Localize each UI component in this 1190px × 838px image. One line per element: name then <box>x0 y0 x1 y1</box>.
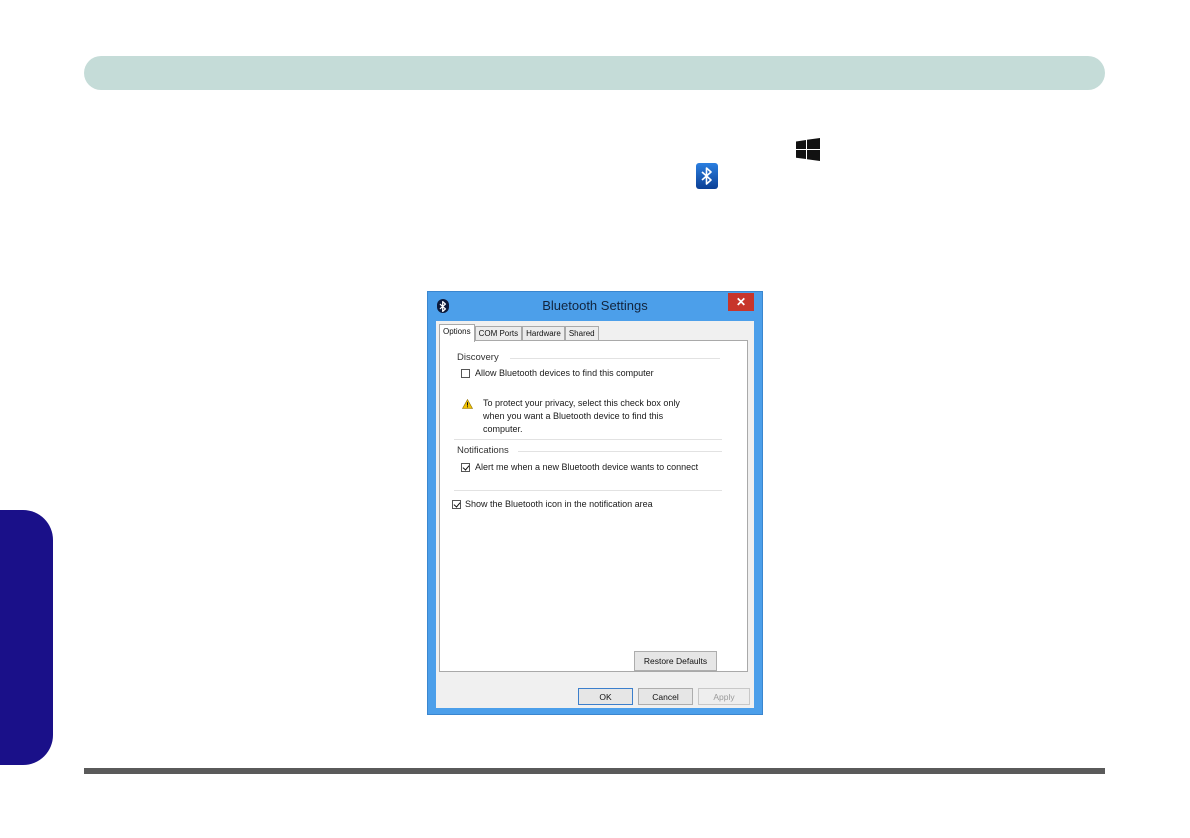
apply-button[interactable]: Apply <box>698 688 750 705</box>
dialog-title: Bluetooth Settings <box>542 298 648 313</box>
tab-shared[interactable]: Shared <box>564 326 599 341</box>
section-separator <box>454 439 722 440</box>
dialog-titlebar[interactable]: Bluetooth Settings ✕ <box>428 292 762 320</box>
discovery-heading: Discovery <box>457 352 499 363</box>
windows-logo-icon <box>796 138 820 161</box>
discovery-separator <box>510 358 720 359</box>
allow-discovery-checkbox[interactable] <box>461 369 470 378</box>
privacy-warning-line-1: To protect your privacy, select this che… <box>483 398 680 408</box>
options-panel: Discovery Allow Bluetooth devices to fin… <box>439 340 748 672</box>
ok-button[interactable]: OK <box>578 688 633 705</box>
allow-discovery-label[interactable]: Allow Bluetooth devices to find this com… <box>475 368 654 378</box>
bluetooth-settings-dialog: Bluetooth Settings ✕ Options COM Ports H… <box>427 291 763 715</box>
warning-icon <box>462 399 473 409</box>
privacy-warning-line-3: computer. <box>483 424 523 434</box>
page-header-bar <box>84 56 1105 90</box>
alert-new-device-label[interactable]: Alert me when a new Bluetooth device wan… <box>475 462 698 472</box>
tab-strip: Options COM Ports Hardware Shared <box>439 324 599 342</box>
page-footer-rule <box>84 768 1105 774</box>
side-chapter-tab <box>0 510 53 765</box>
privacy-warning-line-2: when you want a Bluetooth device to find… <box>483 411 664 421</box>
cancel-button[interactable]: Cancel <box>638 688 693 705</box>
bluetooth-icon <box>696 163 718 189</box>
section-separator <box>454 490 722 491</box>
restore-defaults-button[interactable]: Restore Defaults <box>634 651 717 671</box>
dialog-client-area: Options COM Ports Hardware Shared Discov… <box>436 321 754 708</box>
close-button[interactable]: ✕ <box>728 293 754 311</box>
alert-new-device-checkbox[interactable] <box>461 463 470 472</box>
tab-hardware[interactable]: Hardware <box>522 326 565 341</box>
tab-com-ports[interactable]: COM Ports <box>474 326 523 341</box>
show-icon-label[interactable]: Show the Bluetooth icon in the notificat… <box>465 499 653 509</box>
notifications-separator <box>518 451 722 452</box>
tab-options[interactable]: Options <box>439 324 475 342</box>
notifications-heading: Notifications <box>457 445 509 456</box>
close-icon: ✕ <box>735 295 747 309</box>
show-icon-checkbox[interactable] <box>452 500 461 509</box>
